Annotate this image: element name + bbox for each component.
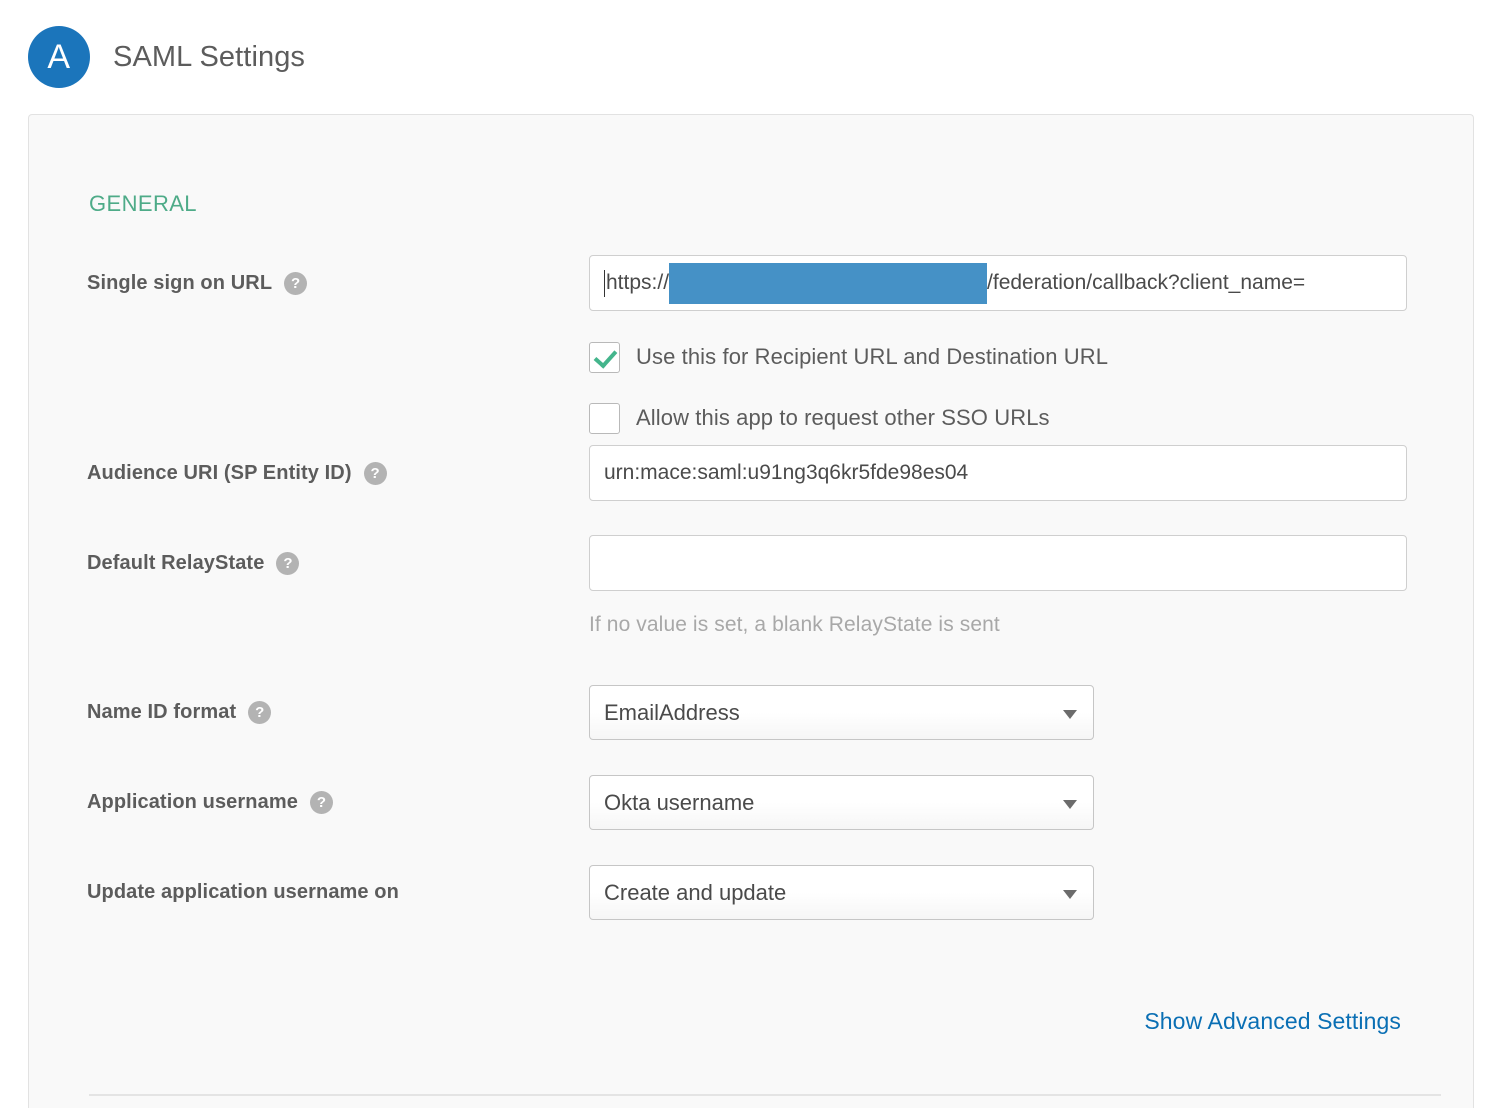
label-update-application-username-on: Update application username on	[87, 881, 399, 904]
control-cell-audience-uri: urn:mace:saml:u91ng3q6kr5fde98es04	[589, 445, 1473, 501]
control-cell-single-sign-on-url: https:// /federation/callback?client_nam…	[589, 255, 1473, 436]
checkbox-row-other-sso-urls[interactable]: Allow this app to request other SSO URLs	[589, 400, 1473, 436]
label-cell-name-id-format: Name ID format ?	[29, 685, 589, 740]
single-sign-on-url-input[interactable]: https:// /federation/callback?client_nam…	[589, 255, 1407, 311]
checkbox-row-recipient-destination[interactable]: Use this for Recipient URL and Destinati…	[589, 339, 1473, 375]
single-sign-on-url-suffix: /federation/callback?client_name=	[987, 271, 1305, 295]
label-cell-application-username: Application username ?	[29, 775, 589, 830]
chevron-down-icon	[1063, 710, 1077, 719]
name-id-format-select[interactable]: EmailAddress	[589, 685, 1094, 740]
default-relay-state-input[interactable]	[589, 535, 1407, 591]
application-username-value: Okta username	[604, 790, 754, 816]
help-icon-application-username[interactable]: ?	[310, 791, 333, 814]
label-cell-single-sign-on-url: Single sign on URL ?	[29, 255, 589, 311]
form-row-single-sign-on-url: Single sign on URL ? https:// /federatio…	[29, 255, 1473, 445]
label-cell-update-application-username-on: Update application username on	[29, 865, 589, 920]
help-icon-audience-uri[interactable]: ?	[364, 462, 387, 485]
help-icon-default-relay-state[interactable]: ?	[276, 552, 299, 575]
hint-default-relay-state: If no value is set, a blank RelayState i…	[589, 613, 1473, 637]
checkbox-label-allow-other-sso-urls: Allow this app to request other SSO URLs	[636, 405, 1050, 431]
application-username-select[interactable]: Okta username	[589, 775, 1094, 830]
name-id-format-value: EmailAddress	[604, 700, 740, 726]
saml-settings-panel: GENERAL Single sign on URL ? https:// /f…	[28, 114, 1474, 1108]
show-advanced-settings-link[interactable]: Show Advanced Settings	[1144, 1008, 1401, 1035]
label-cell-default-relay-state: Default RelayState ?	[29, 535, 589, 591]
checkbox-label-use-for-recipient-destination: Use this for Recipient URL and Destinati…	[636, 344, 1108, 370]
control-cell-update-application-username-on: Create and update	[589, 865, 1473, 920]
checkbox-allow-other-sso-urls[interactable]	[589, 403, 620, 434]
section-divider	[89, 1094, 1441, 1096]
saml-general-form: Single sign on URL ? https:// /federatio…	[29, 255, 1473, 955]
label-application-username: Application username	[87, 791, 298, 814]
form-row-name-id-format: Name ID format ? EmailAddress	[29, 685, 1473, 775]
text-caret	[604, 270, 605, 297]
section-title-general: GENERAL	[89, 191, 197, 217]
update-application-username-on-select[interactable]: Create and update	[589, 865, 1094, 920]
control-cell-application-username: Okta username	[589, 775, 1473, 830]
label-name-id-format: Name ID format	[87, 701, 236, 724]
single-sign-on-url-prefix: https://	[606, 271, 669, 295]
page-header: A SAML Settings	[0, 0, 1502, 114]
control-cell-default-relay-state: If no value is set, a blank RelayState i…	[589, 535, 1473, 637]
audience-uri-input[interactable]: urn:mace:saml:u91ng3q6kr5fde98es04	[589, 445, 1407, 501]
label-cell-audience-uri: Audience URI (SP Entity ID) ?	[29, 445, 589, 501]
checkbox-use-for-recipient-destination[interactable]	[589, 342, 620, 373]
help-icon-single-sign-on-url[interactable]: ?	[284, 272, 307, 295]
update-application-username-on-value: Create and update	[604, 880, 786, 906]
chevron-down-icon	[1063, 800, 1077, 809]
form-row-application-username: Application username ? Okta username	[29, 775, 1473, 865]
form-row-audience-uri: Audience URI (SP Entity ID) ? urn:mace:s…	[29, 445, 1473, 535]
chevron-down-icon	[1063, 890, 1077, 899]
label-single-sign-on-url: Single sign on URL	[87, 272, 272, 295]
app-avatar: A	[28, 26, 90, 88]
label-default-relay-state: Default RelayState	[87, 552, 264, 575]
label-audience-uri: Audience URI (SP Entity ID)	[87, 462, 352, 485]
page-title: SAML Settings	[113, 41, 305, 74]
form-row-default-relay-state: Default RelayState ? If no value is set,…	[29, 535, 1473, 685]
help-icon-name-id-format[interactable]: ?	[248, 701, 271, 724]
form-row-update-application-username-on: Update application username on Create an…	[29, 865, 1473, 955]
redaction-block	[669, 263, 987, 304]
control-cell-name-id-format: EmailAddress	[589, 685, 1473, 740]
